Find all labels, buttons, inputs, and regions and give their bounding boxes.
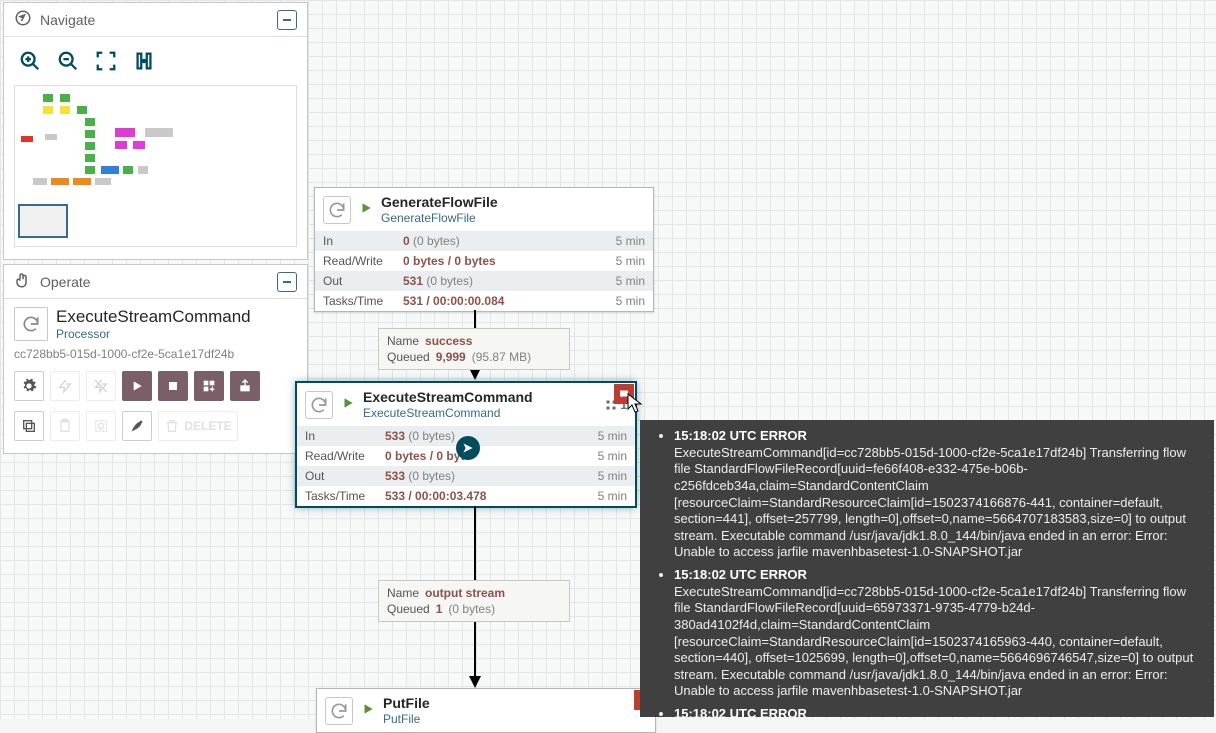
zoom-fit-button[interactable]	[92, 47, 120, 75]
collapse-operate-button[interactable]	[277, 272, 297, 292]
paste-button	[50, 411, 80, 441]
processor-type: GenerateFlowFile	[381, 211, 645, 225]
selected-component-id: cc728bb5-015d-1000-cf2e-5ca1e17df24b	[14, 347, 297, 361]
processor-stats: In0 (0 bytes)5 min Read/Write0 bytes / 0…	[315, 231, 653, 311]
processor-icon	[323, 196, 351, 224]
bulletin-tooltip: 15:18:02 UTC ERRORExecuteStreamCommand[i…	[640, 420, 1214, 717]
template-button[interactable]	[194, 371, 224, 401]
disable-button	[86, 371, 116, 401]
processor-icon	[325, 697, 353, 725]
add-connection-handle[interactable]	[456, 436, 480, 460]
processor-icon	[14, 307, 48, 341]
hand-icon	[14, 271, 32, 292]
navigate-toolbar	[4, 37, 307, 81]
compass-icon	[14, 9, 32, 30]
navigate-header: Navigate	[4, 3, 307, 37]
bulletin-entry: 15:18:02 UTC ERRORExecuteStreamCommand[i…	[674, 567, 1202, 700]
mouse-cursor	[627, 393, 643, 415]
play-icon	[359, 201, 373, 218]
operate-title: Operate	[40, 274, 91, 290]
selected-component-kind: Processor	[56, 327, 251, 341]
color-button[interactable]	[122, 411, 152, 441]
play-icon	[361, 702, 375, 719]
processor-name: PutFile	[383, 695, 647, 712]
selected-component: ExecuteStreamCommand Processor	[14, 307, 297, 341]
zoom-in-button[interactable]	[16, 47, 44, 75]
zoom-out-button[interactable]	[54, 47, 82, 75]
enable-button	[50, 371, 80, 401]
stop-button[interactable]	[158, 371, 188, 401]
play-icon	[341, 396, 355, 413]
selected-component-name: ExecuteStreamCommand	[56, 307, 251, 327]
connection-success[interactable]: Name success Queued 9,999 (95.87 MB)	[378, 328, 570, 370]
processor-putfile[interactable]: PutFile PutFile	[316, 688, 656, 733]
start-button[interactable]	[122, 371, 152, 401]
birdseye-minimap[interactable]	[14, 85, 297, 247]
upload-template-button[interactable]	[230, 371, 260, 401]
operate-panel: Operate ExecuteStreamCommand Processor c…	[3, 264, 308, 454]
copy-button[interactable]	[14, 411, 44, 441]
processor-type: ExecuteStreamCommand	[363, 406, 597, 420]
delete-button: DELETE	[158, 411, 238, 441]
zoom-actual-button[interactable]	[130, 47, 158, 75]
navigate-panel: Navigate	[3, 2, 308, 260]
processor-name: GenerateFlowFile	[381, 194, 645, 211]
viewport-indicator[interactable]	[18, 204, 68, 238]
processor-generateflowfile[interactable]: GenerateFlowFile GenerateFlowFile In0 (0…	[314, 187, 654, 312]
collapse-navigate-button[interactable]	[277, 10, 297, 30]
processor-name: ExecuteStreamCommand	[363, 389, 597, 406]
connection-output-stream[interactable]: Name output stream Queued 1 (0 bytes)	[378, 580, 570, 622]
group-button	[86, 411, 116, 441]
operate-header: Operate	[4, 265, 307, 299]
bulletin-entry: 15:18:02 UTC ERRORExecuteStreamCommand[i…	[674, 706, 1202, 717]
navigate-title: Navigate	[40, 12, 95, 28]
processor-icon	[305, 391, 333, 419]
bulletin-entry: 15:18:02 UTC ERRORExecuteStreamCommand[i…	[674, 428, 1202, 561]
configure-button[interactable]	[14, 371, 44, 401]
